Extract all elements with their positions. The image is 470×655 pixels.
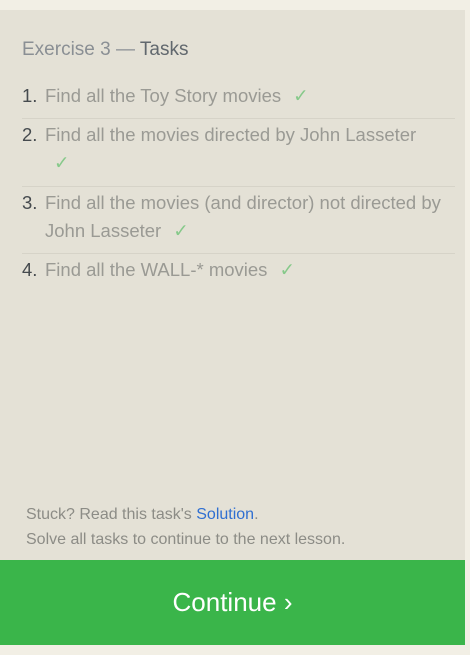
exercise-label: Exercise 3 <box>22 39 111 60</box>
check-icon: ✓ <box>293 85 309 106</box>
task-number: 3. <box>22 192 38 213</box>
check-icon: ✓ <box>54 152 70 173</box>
task-item: 3. Find all the movies (and director) no… <box>22 187 455 254</box>
task-item: 4. Find all the WALL-* movies ✓ <box>22 254 455 294</box>
task-item: 1. Find all the Toy Story movies ✓ <box>22 80 455 119</box>
check-icon: ✓ <box>173 220 189 241</box>
stuck-hint: Stuck? Read this task's Solution. <box>26 502 345 527</box>
title-separator: — <box>110 39 140 60</box>
tasks-label: Tasks <box>139 39 189 60</box>
task-number: 2. <box>22 124 38 145</box>
check-icon: ✓ <box>279 259 295 280</box>
task-number: 4. <box>22 259 38 280</box>
stuck-suffix: . <box>254 506 259 523</box>
continue-button[interactable]: Continue › <box>0 560 465 645</box>
task-text: Find all the movies directed by John Las… <box>45 124 417 145</box>
exercise-title: Exercise 3 — Tasks <box>22 38 189 62</box>
task-item: 2. Find all the movies directed by John … <box>22 119 455 187</box>
task-footer: Stuck? Read this task's Solution. Solve … <box>26 502 345 552</box>
task-text: Find all the movies (and director) not d… <box>45 192 441 241</box>
tasks-panel: Exercise 3 — Tasks 1. Find all the Toy S… <box>0 10 465 560</box>
task-list: 1. Find all the Toy Story movies ✓ 2. Fin… <box>22 80 455 294</box>
stuck-prefix: Stuck? Read this task's <box>26 506 197 523</box>
task-number: 1. <box>22 85 38 106</box>
continue-instruction: Solve all tasks to continue to the next … <box>26 531 346 548</box>
task-text: Find all the WALL-* movies <box>45 259 268 280</box>
solution-link[interactable]: Solution <box>196 506 254 523</box>
task-text: Find all the Toy Story movies <box>45 85 282 106</box>
